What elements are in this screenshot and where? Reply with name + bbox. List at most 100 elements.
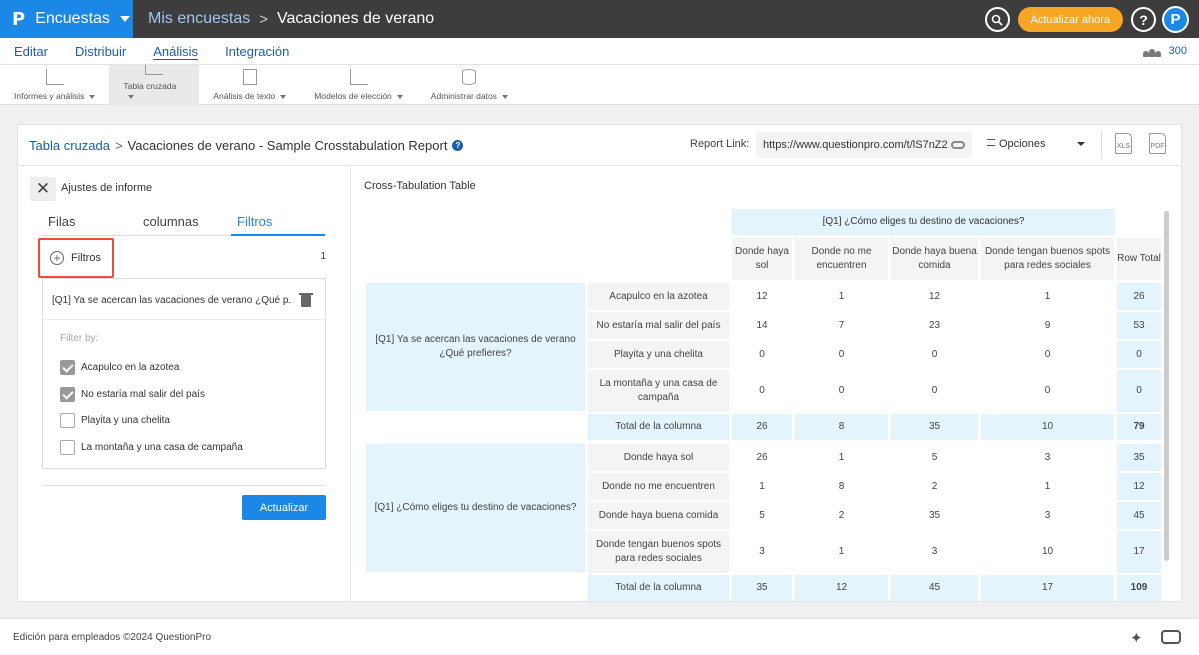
scrollbar[interactable] (1164, 211, 1169, 561)
breadcrumb-separator: > (259, 10, 269, 28)
main-nav: Editar Distribuir Análisis Integración 3… (0, 38, 1199, 65)
breadcrumb-separator: > (114, 137, 123, 153)
report-url-field[interactable]: https://www.questionpro.com/t/lS7nZ2 (756, 132, 972, 158)
divider (1101, 131, 1102, 159)
tool-manage-data[interactable]: Administrar datos (417, 65, 522, 105)
chat-support-icon[interactable] (1161, 630, 1181, 644)
sparkle-ai-icon[interactable]: ✦ (1130, 629, 1143, 647)
copy-link-icon[interactable] (951, 141, 965, 149)
close-icon: ✕ (35, 179, 51, 198)
tool-text-analysis[interactable]: Análisis de texto (199, 65, 300, 105)
row-total-cell: 35 (1117, 444, 1161, 471)
row-total-cell: 17 (1117, 531, 1161, 573)
row-label: Donde no me encuentren (588, 473, 729, 500)
top-bar: P Encuestas Mis encuestas > Vacaciones d… (0, 0, 1199, 38)
product-switcher[interactable]: P Encuestas (0, 0, 133, 38)
table-cell: 35 (928, 509, 941, 521)
table-cell: 0 (838, 385, 845, 396)
column-total-cell: 17 (981, 575, 1114, 601)
report-url-text: https://www.questionpro.com/t/lS7nZ2 (763, 139, 948, 151)
breadcrumb-survey-title: Vacaciones de verano (277, 10, 435, 27)
table-cell: 0 (1044, 385, 1051, 396)
close-panel-button[interactable]: ✕ (30, 177, 56, 201)
bar-chart-icon (349, 69, 368, 85)
nav-analysis[interactable]: Análisis (153, 44, 198, 59)
help-circle-icon[interactable]: ? (452, 139, 464, 151)
column-total-cell: 35 (891, 414, 978, 440)
options-dropdown[interactable]: Opciones (987, 138, 1085, 150)
tab-columns[interactable]: columnas (143, 214, 199, 236)
response-count[interactable]: 300 (1142, 45, 1187, 57)
column-total-label: Total de la columna (588, 414, 729, 440)
table-cell: 5 (931, 451, 938, 463)
chevron-down-icon (1077, 142, 1085, 146)
tool-choice-models[interactable]: Modelos de elección (300, 65, 417, 105)
tab-filters[interactable]: Filtros (231, 214, 325, 236)
user-avatar[interactable]: P (1162, 6, 1189, 33)
filter-option-3[interactable]: La montaña y una casa de campaña (60, 439, 243, 455)
tab-rows[interactable]: Filas (48, 214, 75, 236)
table-cell: 0 (931, 348, 938, 360)
filter-option-2[interactable]: Playita y una chelita (60, 412, 170, 428)
crosstab-title: Cross-Tabulation Table (364, 180, 476, 192)
checkbox-checked[interactable] (60, 359, 75, 375)
grand-total-cell: 109 (1117, 575, 1161, 601)
trash-icon[interactable] (299, 293, 313, 307)
row-total-cell: 26 (1117, 283, 1161, 310)
table-cell: 26 (756, 451, 768, 463)
nav-distribute[interactable]: Distribuir (75, 44, 126, 59)
checkbox-unchecked[interactable] (60, 439, 75, 455)
row-label: No estaría mal salir del país (588, 312, 729, 339)
search-button[interactable] (984, 7, 1010, 32)
table-cell: 0 (1044, 348, 1051, 360)
people-icon (1142, 46, 1161, 57)
table-cell: 23 (928, 319, 941, 331)
breadcrumb-my-surveys[interactable]: Mis encuestas (148, 10, 250, 28)
row-question: [Q1] ¿Cómo eliges tu destino de vacacion… (366, 444, 585, 572)
checkbox-unchecked[interactable] (60, 412, 75, 428)
row-label: Donde haya sol (588, 444, 729, 471)
table-cell: 2 (838, 509, 845, 521)
filter-option-label: La montaña y una casa de campaña (81, 441, 243, 453)
table-cell: 0 (838, 348, 845, 360)
column-total-cell: 10 (981, 414, 1114, 440)
upgrade-button[interactable]: Actualizar ahora (1017, 7, 1123, 32)
column-total-cell: 12 (795, 575, 888, 601)
pdf-export-icon[interactable]: PDF (1149, 133, 1166, 154)
column-header: Donde haya sol (732, 238, 792, 280)
row-label: La montaña y una casa de campaña (588, 370, 729, 412)
filter-option-label: Acapulco en la azotea (81, 361, 180, 373)
row-total-cell: 53 (1117, 312, 1161, 339)
options-label: Opciones (999, 138, 1046, 150)
questionpro-logo-icon: P (12, 8, 26, 30)
filter-option-1[interactable]: No estaría mal salir del país (60, 386, 205, 402)
add-filter-label: Filtros (71, 252, 101, 264)
checkbox-checked[interactable] (60, 386, 75, 402)
divider (42, 485, 326, 486)
tool-reports[interactable]: Informes y análisis (0, 65, 109, 105)
column-total-cell: 26 (732, 414, 792, 440)
nav-integration[interactable]: Integración (225, 44, 289, 59)
tool-text-analysis-label: Análisis de texto (213, 91, 286, 101)
table-cell: 10 (1041, 546, 1054, 557)
table-cell: 0 (931, 385, 938, 396)
update-button[interactable]: Actualizar (242, 495, 326, 520)
add-filter-button[interactable]: + Filtros (38, 238, 114, 278)
tool-crosstab[interactable]: Tabla cruzada (109, 65, 200, 105)
breadcrumb-crosstab[interactable]: Tabla cruzada (29, 138, 110, 153)
table-cell: 14 (756, 319, 768, 331)
footer-text: Edición para empleados ©2024 QuestionPro (13, 632, 212, 643)
table-cell: 1 (838, 546, 845, 557)
table-cell: 9 (1044, 319, 1051, 331)
nav-edit[interactable]: Editar (14, 44, 48, 59)
analysis-toolbar: Informes y análisis Tabla cruzada Anális… (0, 65, 1199, 105)
table-cell: 0 (759, 348, 765, 360)
xls-export-icon[interactable]: XLS (1115, 133, 1132, 154)
filter-option-0[interactable]: Acapulco en la azotea (60, 359, 179, 375)
table-cell: 12 (756, 290, 768, 302)
line-chart-icon (45, 69, 64, 85)
row-total-cell: 45 (1117, 502, 1161, 529)
table-cell: 0 (759, 385, 765, 396)
tool-choice-models-label: Modelos de elección (314, 91, 403, 101)
help-button[interactable]: ? (1131, 7, 1156, 32)
